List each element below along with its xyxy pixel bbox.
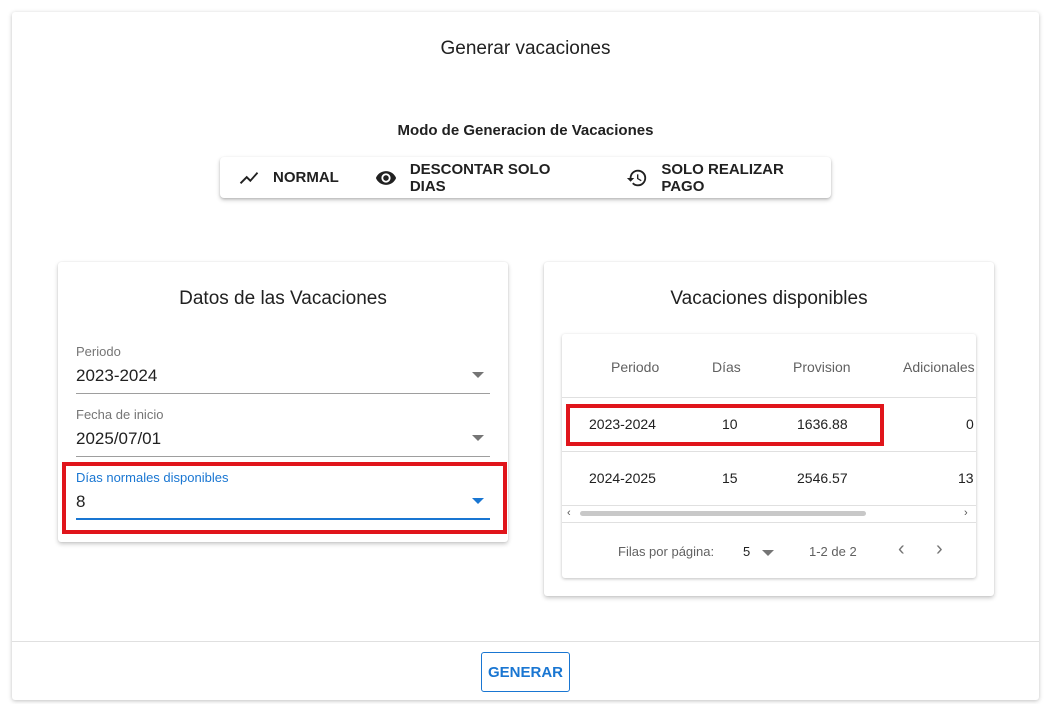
vacaciones-disponibles-card: Vacaciones disponibles Periodo Días Prov… <box>544 262 994 596</box>
dialog-title: Generar vacaciones <box>440 38 611 59</box>
cell-adicionales: 13 <box>958 470 974 486</box>
mode-descontar-button[interactable]: DESCONTAR SOLO DIAS <box>375 157 591 198</box>
scrollbar-thumb[interactable] <box>580 511 866 516</box>
cell-periodo: 2024-2025 <box>589 470 656 486</box>
restore-icon <box>626 167 648 189</box>
disponibles-title: Vacaciones disponibles <box>670 288 868 309</box>
datos-title: Datos de las Vacaciones <box>179 288 387 309</box>
dias-disponibles-label: Días normales disponibles <box>76 470 229 485</box>
cell-provision: 2546.57 <box>797 470 848 486</box>
mode-pago-button[interactable]: SOLO REALIZAR PAGO <box>626 157 831 198</box>
cell-periodo: 2023-2024 <box>589 416 656 432</box>
dias-disponibles-value: 8 <box>76 492 86 511</box>
fecha-inicio-value: 2025/07/01 <box>76 429 162 448</box>
column-header-provision[interactable]: Provision <box>793 359 851 375</box>
eye-icon <box>375 167 397 189</box>
cell-provision: 1636.88 <box>797 416 848 432</box>
periodo-label: Periodo <box>76 344 121 359</box>
chevron-right-icon[interactable]: › <box>936 538 943 561</box>
scroll-right-icon[interactable]: › <box>964 507 968 519</box>
mode-normal-button[interactable]: NORMAL <box>238 157 339 198</box>
table-row[interactable]: 2023-2024 10 1636.88 0 <box>562 398 976 452</box>
table-row[interactable]: 2024-2025 15 2546.57 13 <box>562 452 976 506</box>
column-header-periodo[interactable]: Periodo <box>611 359 659 375</box>
mode-title: Modo de Generacion de Vacaciones <box>397 122 654 139</box>
scroll-left-icon[interactable]: ‹ <box>567 507 571 519</box>
cell-adicionales: 0 <box>966 416 974 432</box>
chevron-down-icon[interactable] <box>472 498 484 504</box>
dialog-actions: GENERAR <box>12 641 1039 700</box>
generar-button[interactable]: GENERAR <box>481 652 570 692</box>
fecha-inicio-select[interactable]: Fecha de inicio 2025/07/01 <box>76 407 490 457</box>
column-header-dias[interactable]: Días <box>712 359 741 375</box>
vacaciones-table: Periodo Días Provision Adicionales 2023-… <box>562 334 976 578</box>
datos-vacaciones-card: Datos de las Vacaciones Periodo 2023-202… <box>58 262 508 542</box>
dias-disponibles-select[interactable]: Días normales disponibles 8 <box>76 470 490 520</box>
fecha-inicio-label: Fecha de inicio <box>76 407 164 422</box>
chevron-left-icon[interactable]: ‹ <box>898 538 905 561</box>
chevron-down-icon[interactable] <box>762 550 774 556</box>
generar-vacaciones-dialog: Generar vacaciones Modo de Generacion de… <box>12 12 1039 700</box>
periodo-select[interactable]: Periodo 2023-2024 <box>76 344 490 394</box>
trending-up-icon <box>238 167 260 189</box>
cell-dias: 15 <box>722 470 738 486</box>
chevron-down-icon[interactable] <box>472 435 484 441</box>
periodo-value: 2023-2024 <box>76 366 158 385</box>
mode-pago-label: SOLO REALIZAR PAGO <box>661 160 784 195</box>
table-pagination: Filas por página: 5 1-2 de 2 ‹ › <box>562 522 976 578</box>
table-header: Periodo Días Provision Adicionales <box>562 334 976 398</box>
column-header-adicionales[interactable]: Adicionales <box>903 359 975 375</box>
mode-normal-label: NORMAL <box>273 169 339 186</box>
rows-per-page-label: Filas por página: <box>618 544 715 559</box>
rows-per-page-select[interactable]: 5 <box>743 544 750 559</box>
page-range: 1-2 de 2 <box>809 544 857 559</box>
horizontal-scrollbar[interactable]: ‹ › <box>562 506 976 520</box>
cell-dias: 10 <box>722 416 738 432</box>
mode-toggle-group: NORMAL DESCONTAR SOLO DIAS SOLO REALIZAR… <box>220 157 831 198</box>
mode-descontar-label: DESCONTAR SOLO DIAS <box>409 160 551 195</box>
chevron-down-icon[interactable] <box>472 372 484 378</box>
